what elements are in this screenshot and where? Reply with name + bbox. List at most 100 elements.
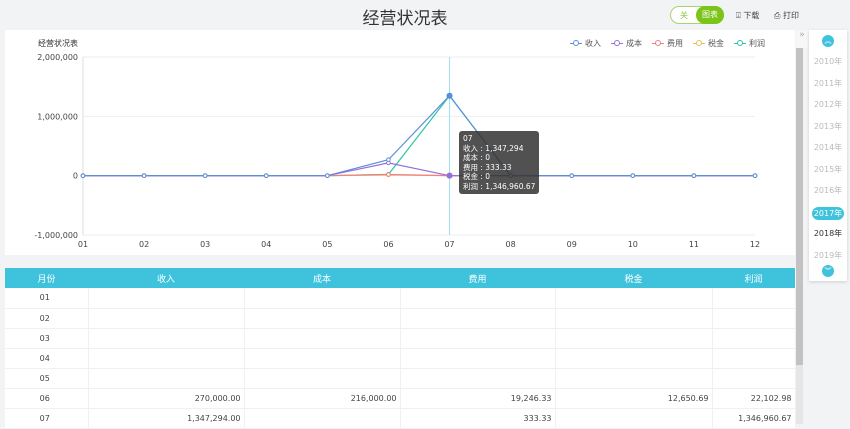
table-cell (555, 288, 713, 309)
table-cell (88, 288, 245, 309)
table-cell: 1,346,960.67 (712, 408, 796, 429)
table-cell: 03 (5, 328, 89, 349)
print-label: 打印 (782, 11, 799, 20)
table-cell: 270,000.00 (88, 388, 245, 409)
table-cell: 19,246.33 (400, 388, 556, 409)
series-line (83, 94, 755, 177)
x-tick-label: 12 (750, 240, 760, 249)
download-label: 下载 (743, 11, 760, 20)
year-item[interactable]: 2012年 (809, 99, 847, 110)
table-cell (244, 328, 401, 349)
data-point (202, 173, 208, 178)
column-header: 费用 (400, 268, 555, 288)
chart-toggle[interactable]: 关 图表 (670, 6, 724, 24)
tooltip-line: 费用 : 333.33 (463, 162, 512, 172)
data-point (691, 173, 697, 178)
data-point (630, 173, 636, 178)
table-cell (88, 308, 245, 329)
year-item[interactable]: 2015年 (809, 164, 847, 175)
table-cell (88, 368, 245, 389)
year-item[interactable]: 2017年 (812, 206, 844, 220)
table-cell (712, 328, 796, 349)
year-item[interactable]: 2014年 (809, 142, 847, 153)
year-item[interactable]: 2019年 (809, 250, 847, 261)
year-item[interactable]: 2018年 (809, 228, 847, 239)
table-cell (244, 408, 401, 429)
download-icon: ⍗ (736, 11, 741, 20)
table-cell: 01 (5, 288, 89, 309)
data-point (752, 173, 758, 178)
table-cell (712, 288, 796, 309)
year-item[interactable]: 2011年 (809, 78, 847, 89)
series-line (83, 162, 755, 177)
x-tick-label: 08 (506, 240, 516, 249)
x-tick-label: 06 (383, 240, 393, 249)
table-cell: 02 (5, 308, 89, 329)
tooltip-title: 07 (463, 134, 473, 143)
x-tick-label: 01 (78, 240, 88, 249)
table-cell (555, 408, 713, 429)
table-cell: 05 (5, 368, 89, 389)
x-tick-label: 10 (628, 240, 638, 249)
line-chart[interactable]: 2,000,000 1,000,000 0 -1,000,00001 02 03 04 05 0… (5, 30, 795, 255)
table-cell (712, 348, 796, 369)
table-cell: 333.33 (400, 408, 556, 429)
collapse-sidebar-button[interactable]: » (796, 30, 808, 48)
table-cell (88, 328, 245, 349)
data-point (80, 173, 86, 178)
table-row: 07 1,347,294.00 333.33 1,346,960.67 (5, 408, 796, 429)
table-cell (400, 328, 556, 349)
data-point (141, 173, 147, 178)
x-tick-label: 05 (322, 240, 332, 249)
table-cell: 07 (5, 408, 89, 429)
table-cell (244, 348, 401, 369)
column-header: 月份 (5, 268, 88, 288)
table-cell: 06 (5, 388, 89, 409)
scroll-up-icon[interactable]: ︽ (822, 35, 834, 47)
data-point (569, 173, 575, 178)
scrollbar-thumb[interactable] (796, 45, 803, 365)
tooltip-line: 利润 : 1,346,960.67 (463, 181, 536, 191)
table-cell: 04 (5, 348, 89, 369)
table-cell (555, 308, 713, 329)
table-cell (400, 348, 556, 369)
data-point (386, 157, 391, 162)
year-item[interactable]: 2010年 (809, 56, 847, 67)
table-cell: 1,347,294.00 (88, 408, 245, 429)
table-cell (400, 368, 556, 389)
table-cell (555, 328, 713, 349)
table-row: 04 (5, 348, 796, 369)
table-cell (244, 308, 401, 329)
table-cell: 22,102.98 (712, 388, 796, 409)
column-header: 成本 (244, 268, 400, 288)
printer-icon: ⎙ (774, 11, 781, 20)
year-item[interactable]: 2013年 (809, 121, 847, 132)
column-header: 收入 (88, 268, 244, 288)
data-point (446, 92, 453, 99)
table-cell (88, 348, 245, 369)
column-header: 税金 (555, 268, 712, 288)
table-cell: 12,650.69 (555, 388, 713, 409)
table-cell (244, 288, 401, 309)
table-row: 05 (5, 368, 796, 389)
y-tick-label: -1,000,000 (34, 231, 78, 240)
toggle-on-label: 图表 (696, 6, 724, 24)
scrollbar[interactable] (796, 30, 803, 424)
x-tick-label: 03 (200, 240, 210, 249)
data-point (386, 172, 391, 177)
tooltip-line: 收入 : 1,347,294 (463, 143, 524, 153)
x-tick-label: 07 (444, 240, 454, 249)
column-header: 利润 (712, 268, 795, 288)
table-cell (400, 288, 556, 309)
year-item[interactable]: 2016年 (809, 185, 847, 196)
tooltip-line: 成本 : 0 (463, 153, 491, 162)
y-tick-label: 2,000,000 (37, 53, 78, 62)
table-row: 01 (5, 288, 796, 309)
scroll-down-icon[interactable]: ︾ (822, 265, 834, 277)
table-row: 03 (5, 328, 796, 349)
x-tick-label: 11 (689, 240, 699, 249)
chart-panel: 经营状况表 收入 成本 费用 税金 利润 2,000,000 1,000,000 0 -1,0… (5, 30, 795, 255)
table-row: 02 (5, 308, 796, 329)
download-button[interactable]: ⍗ 下载 (736, 10, 759, 21)
print-button[interactable]: ⎙ 打印 (774, 10, 799, 21)
